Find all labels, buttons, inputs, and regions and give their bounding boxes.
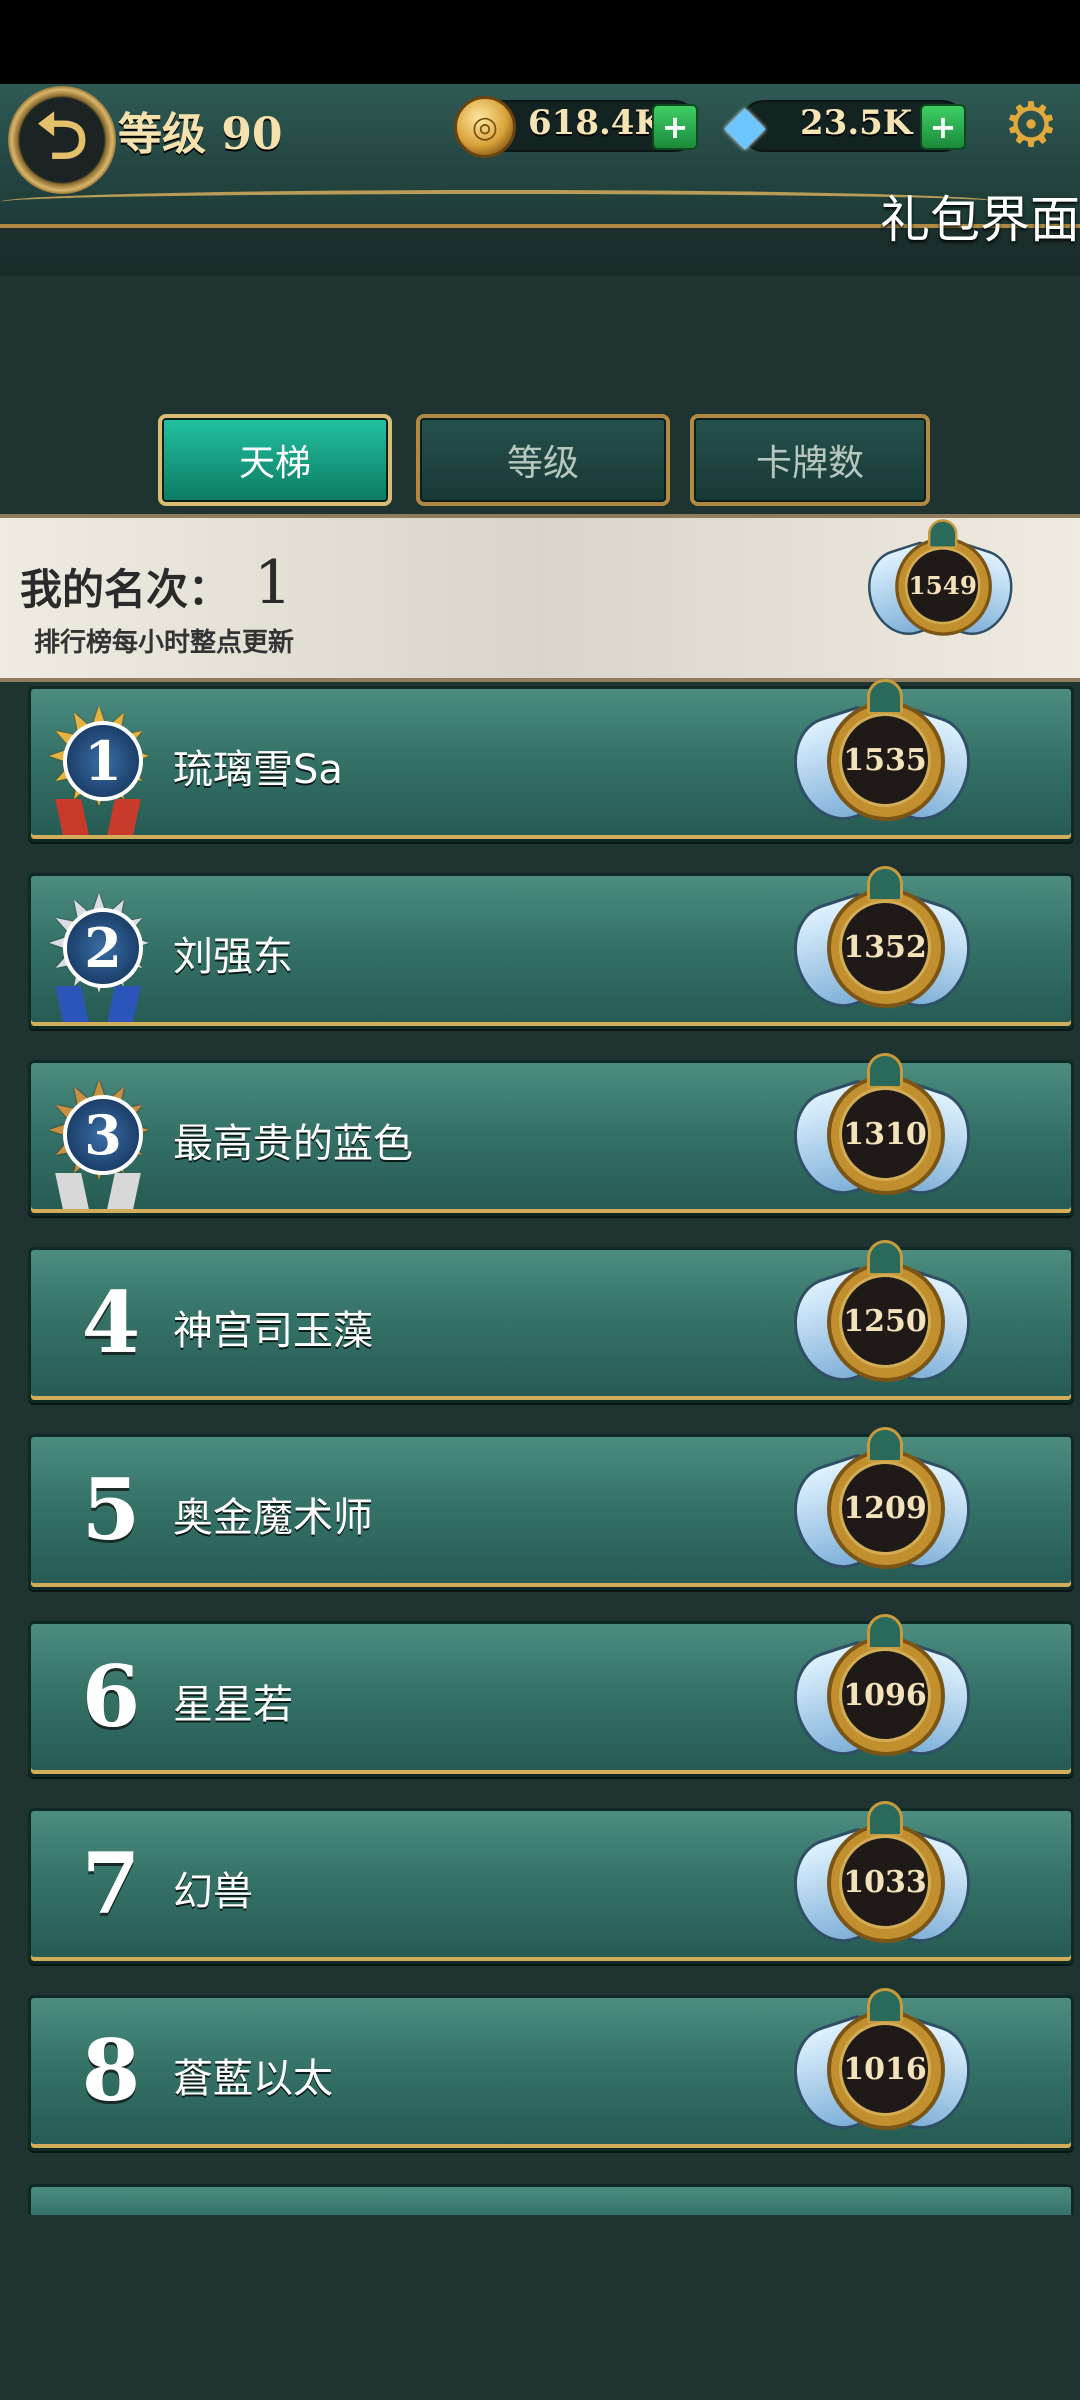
player-name: 神宫司玉藻 [173, 1308, 373, 1354]
bronze-medal-icon: ✹ 3 [33, 1067, 165, 1209]
player-score: 1016 [839, 2022, 931, 2116]
score-emblem: 1096 [780, 1610, 984, 1780]
rank-number: 6 [81, 1647, 141, 1746]
emblem-crest [927, 519, 958, 549]
score-emblem: 1016 [780, 1984, 984, 2154]
player-score: 1352 [839, 900, 931, 994]
gold-medal-icon: ✹ 1 [33, 693, 165, 835]
player-name: 琉璃雪Sa [173, 747, 343, 793]
back-button[interactable]: ⮌ [8, 86, 116, 194]
settings-gear-icon[interactable]: ⚙ [998, 92, 1064, 158]
gem-amount: 23.5K [800, 103, 913, 143]
player-name: 奥金魔术师 [173, 1495, 373, 1541]
leaderboard-row[interactable]: 4 神宫司玉藻 1250 [28, 1240, 1074, 1403]
rank-update-note: 排行榜每小时整点更新 [34, 628, 295, 658]
rank-number: 4 [81, 1273, 141, 1372]
score-emblem: 1033 [780, 1797, 984, 1967]
tab-ladder[interactable]: 天梯 [158, 414, 392, 506]
leaderboard-row[interactable]: 7 幻兽 1033 [28, 1801, 1074, 1964]
tab-level[interactable]: 等级 [416, 414, 670, 506]
silver-medal-icon: ✹ 2 [33, 880, 165, 1022]
score-emblem: 1209 [780, 1423, 984, 1593]
player-score: 1033 [839, 1835, 931, 1929]
header-divider [0, 190, 1000, 214]
rank-number: 7 [81, 1834, 141, 1933]
score-emblem: 1310 [780, 1049, 984, 1219]
coin-amount: 618.4K [528, 103, 665, 143]
player-score: 1310 [839, 1087, 931, 1181]
player-name: 最高贵的蓝色 [173, 1121, 413, 1167]
player-name: 蒼藍以太 [173, 2056, 333, 2102]
score-emblem: 1352 [780, 862, 984, 1032]
status-bar [0, 0, 1080, 84]
player-name: 幻兽 [173, 1869, 253, 1915]
score-emblem: 1250 [780, 1236, 984, 1406]
leaderboard-row-partial[interactable] [28, 2184, 1074, 2215]
leaderboard-row[interactable]: ✹ 1 琉璃雪Sa 1535 [28, 679, 1074, 842]
player-score: 1535 [839, 713, 931, 807]
leaderboard-row[interactable]: ✹ 3 最高贵的蓝色 1310 [28, 1053, 1074, 1216]
rank-number: 8 [81, 2021, 141, 2120]
add-gems-button[interactable]: + [920, 104, 966, 150]
player-score: 1096 [839, 1648, 931, 1742]
back-arrow-icon: ⮌ [36, 100, 88, 174]
add-coins-button[interactable]: + [652, 104, 698, 150]
my-rank-value: 1 [254, 548, 293, 618]
coin-icon: ◎ [454, 96, 516, 158]
my-rank-label: 我的名次： [20, 565, 231, 614]
player-score: 1209 [839, 1461, 931, 1555]
screen-title: 礼包界面 [880, 191, 1080, 249]
score-emblem: 1535 [780, 675, 984, 845]
player-name: 刘强东 [173, 934, 293, 980]
rank-number: 5 [81, 1460, 141, 1559]
diamond-icon: ◆ [724, 92, 766, 156]
leaderboard-row[interactable]: 5 奥金魔术师 1209 [28, 1427, 1074, 1590]
my-rank-score: 1549 [905, 547, 981, 625]
player-level: 等级 90 [118, 109, 283, 160]
player-name: 星星若 [173, 1682, 293, 1728]
my-rank-emblem: 1549 [857, 516, 1024, 655]
leaderboard-row[interactable]: ✹ 2 刘强东 1352 [28, 866, 1074, 1029]
player-score: 1250 [839, 1274, 931, 1368]
leaderboard-row[interactable]: 6 星星若 1096 [28, 1614, 1074, 1777]
leaderboard-row[interactable]: 8 蒼藍以太 1016 [28, 1988, 1074, 2151]
tab-card-count[interactable]: 卡牌数 [690, 414, 930, 506]
